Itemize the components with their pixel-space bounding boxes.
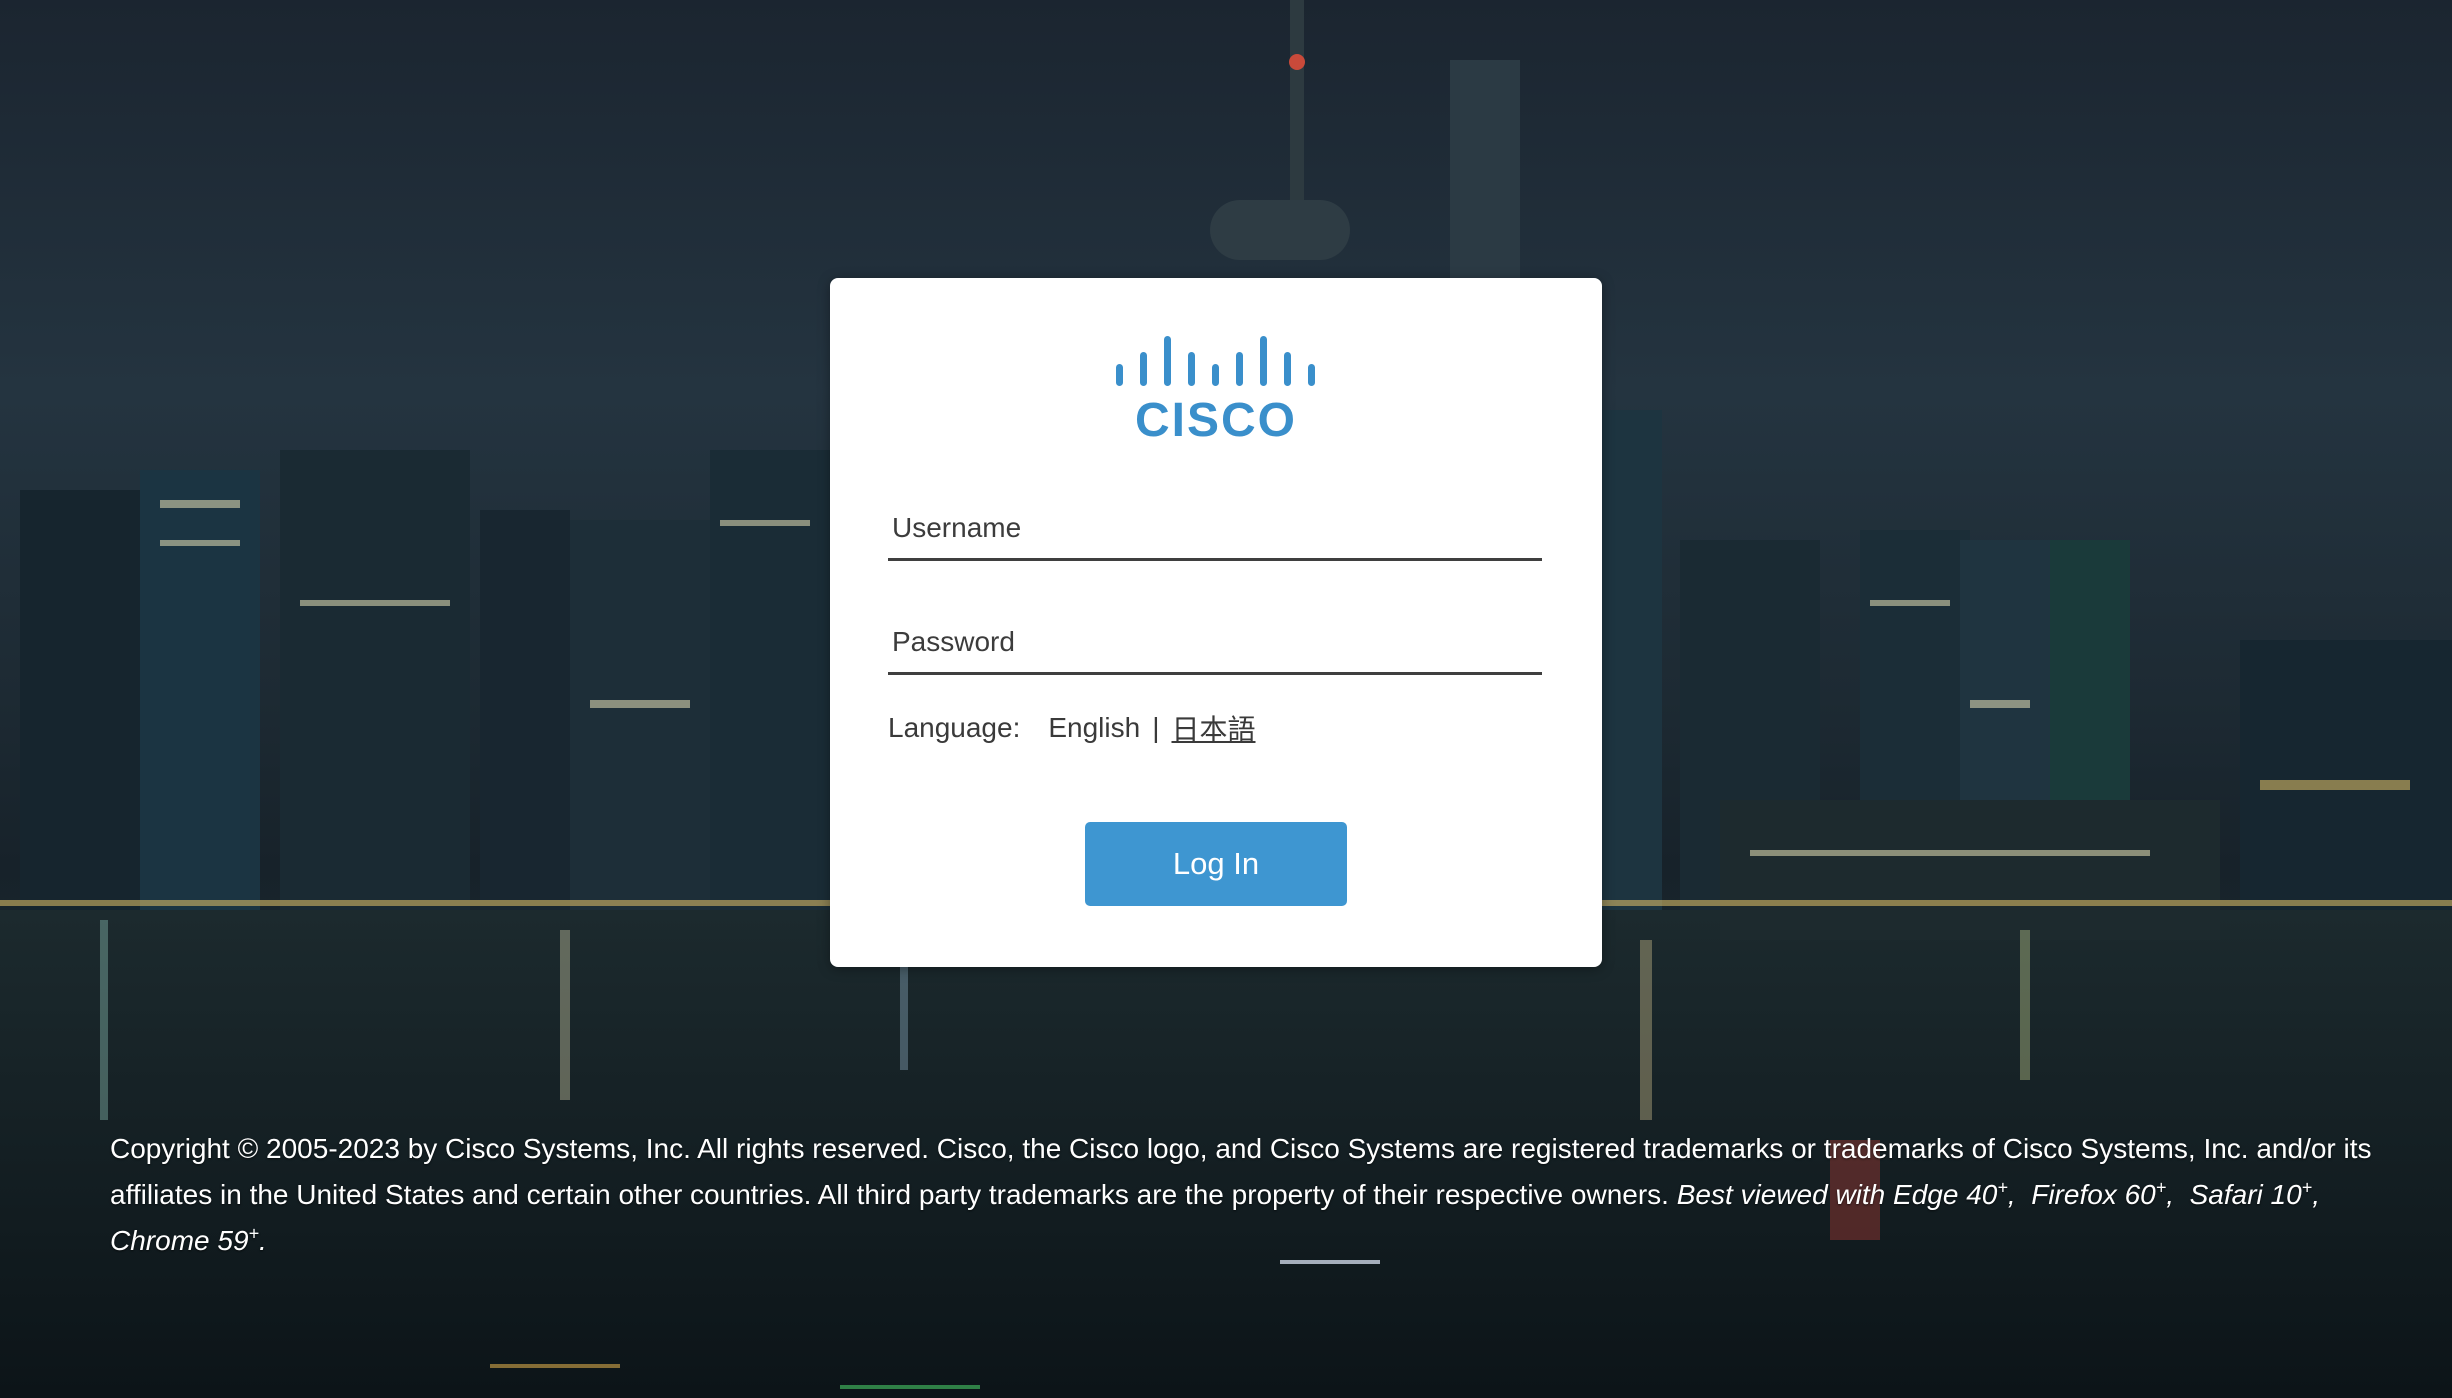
browser-firefox: Firefox 60 [2031, 1179, 2156, 1210]
footer-copyright: Copyright © 2005-2023 by Cisco Systems, … [110, 1126, 2380, 1264]
language-option-japanese[interactable]: 日本語 [1171, 708, 1255, 748]
login-card: CISCO Language: English | 日本語 Log In [830, 278, 1602, 967]
username-field-container [888, 496, 1542, 561]
language-label: Language: [888, 712, 1021, 743]
username-input[interactable] [888, 508, 1532, 548]
password-field-container [888, 610, 1542, 675]
cisco-bridge-icon [1116, 336, 1315, 386]
language-option-english[interactable]: English [1048, 712, 1140, 744]
login-button[interactable]: Log In [1085, 822, 1347, 906]
cisco-wordmark: CISCO [1134, 394, 1297, 447]
browser-safari: Safari 10 [2189, 1179, 2302, 1210]
browser-edge: Edge 40 [1893, 1179, 1998, 1210]
language-separator: | [1152, 712, 1160, 743]
language-selector: Language: English | 日本語 [888, 708, 1256, 748]
cisco-logo: CISCO [1116, 336, 1316, 446]
password-input[interactable] [888, 622, 1532, 662]
browser-chrome: Chrome 59 [110, 1225, 249, 1256]
